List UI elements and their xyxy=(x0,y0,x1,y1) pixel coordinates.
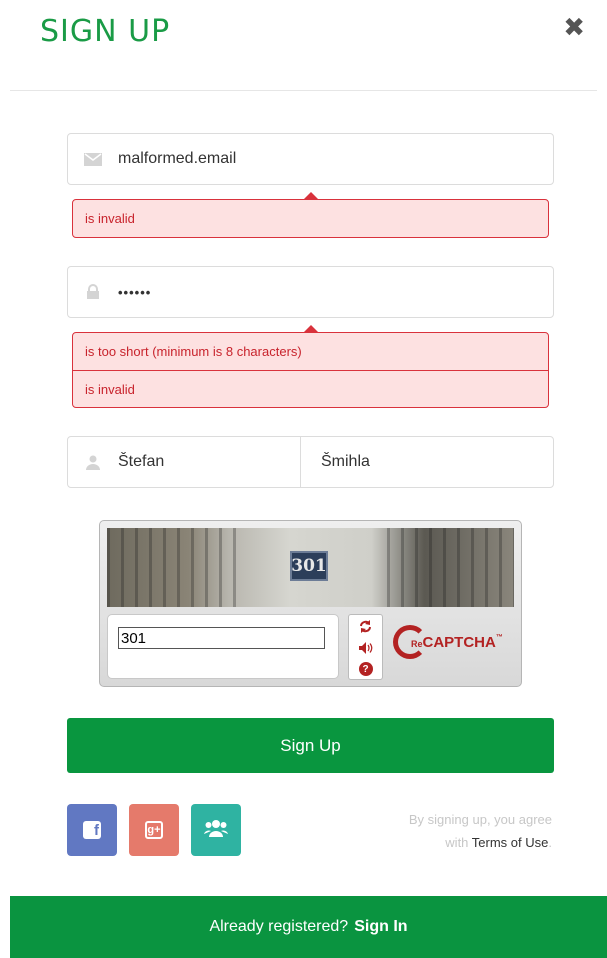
recaptcha-logo-text: ReCAPTCHA™ xyxy=(411,633,503,651)
users-icon xyxy=(204,819,228,842)
footer-bar: Already registered? Sign In xyxy=(10,896,607,958)
password-value[interactable]: •••••• xyxy=(118,285,151,300)
sign-up-button[interactable]: Sign Up xyxy=(67,718,554,773)
password-error-message: is too short (minimum is 8 characters) xyxy=(85,344,302,359)
email-error-box: is invalid xyxy=(72,192,549,238)
password-error-box: is too short (minimum is 8 characters) i… xyxy=(72,325,549,408)
captcha-input-container xyxy=(107,614,339,679)
captcha-input[interactable] xyxy=(118,627,325,649)
first-name-field[interactable]: Štefan xyxy=(68,437,300,487)
sign-in-link[interactable]: Sign In xyxy=(354,918,407,936)
password-error-message: is invalid xyxy=(73,370,548,407)
captcha-image: 301 xyxy=(107,528,514,607)
header-divider xyxy=(10,90,597,91)
captcha-image-railing xyxy=(387,528,514,607)
captcha-controls: ? xyxy=(348,614,383,680)
envelope-icon xyxy=(68,152,118,166)
email-error-message: is invalid xyxy=(85,211,135,226)
close-icon[interactable]: ✖ xyxy=(563,12,585,42)
name-fields: Štefan Šmihla xyxy=(67,436,554,488)
facebook-button[interactable]: f xyxy=(67,804,117,856)
last-name-value[interactable]: Šmihla xyxy=(321,453,370,471)
terms-notice: By signing up, you agree with Terms of U… xyxy=(409,808,552,854)
last-name-field[interactable]: Šmihla xyxy=(300,437,553,487)
google-plus-icon: g+ xyxy=(145,821,163,839)
captcha-house-number: 301 xyxy=(290,551,328,581)
captcha-image-railing xyxy=(107,528,237,607)
facebook-icon: f xyxy=(83,821,101,839)
terms-line: By signing up, you agree xyxy=(408,812,552,827)
first-name-value[interactable]: Štefan xyxy=(118,453,164,471)
group-button[interactable] xyxy=(191,804,241,856)
recaptcha-logo: ReCAPTCHA™ xyxy=(393,625,503,659)
recaptcha-widget: 301 ? ReCAPTCHA™ xyxy=(99,520,522,687)
audio-icon[interactable] xyxy=(358,640,374,656)
refresh-icon[interactable] xyxy=(358,618,374,634)
google-plus-button[interactable]: g+ xyxy=(129,804,179,856)
terms-of-use-link[interactable]: Terms of Use xyxy=(472,835,549,850)
user-icon xyxy=(68,455,118,470)
terms-line: with Terms of Use. xyxy=(445,835,552,850)
error-arrow xyxy=(303,325,319,333)
error-arrow xyxy=(303,192,319,200)
email-value[interactable]: malformed.email xyxy=(118,150,236,168)
page-title: SIGN UP xyxy=(40,14,171,49)
close-button[interactable]: ✖ xyxy=(563,14,585,40)
lock-icon xyxy=(68,284,118,300)
password-field[interactable]: •••••• xyxy=(67,266,554,318)
help-icon[interactable]: ? xyxy=(358,662,373,676)
footer-text: Already registered? xyxy=(209,918,349,935)
email-field[interactable]: malformed.email xyxy=(67,133,554,185)
